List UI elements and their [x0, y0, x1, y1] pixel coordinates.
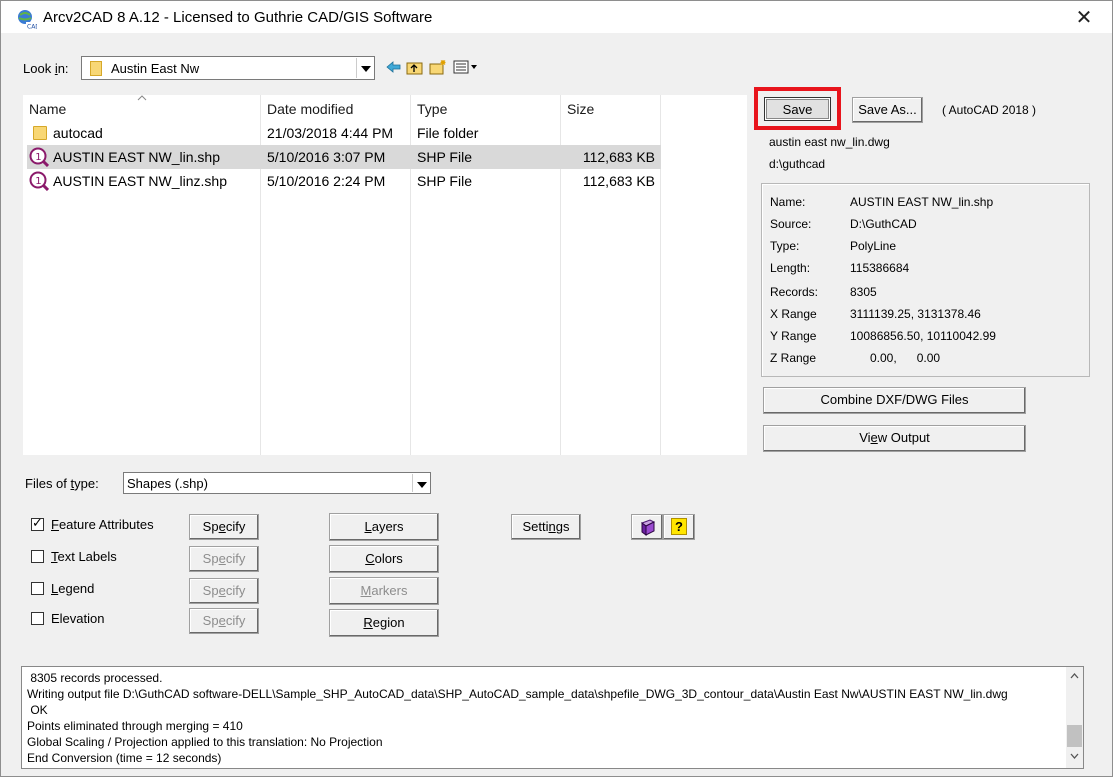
log-line: Writing output file D:\GuthCAD software-… [27, 687, 1008, 701]
file-name: AUSTIN EAST NW_linz.shp [53, 173, 228, 189]
save-as-button[interactable]: Save As... [852, 97, 923, 123]
title-bar: CAD Arcv2CAD 8 A.12 - Licensed to Guthri… [1, 1, 1112, 33]
file-date: 5/10/2016 2:24 PM [267, 173, 386, 189]
file-name: autocad [53, 125, 103, 141]
column-date-modified[interactable]: Date modified [267, 101, 353, 117]
shp-file-icon: 1 [29, 171, 49, 191]
column-name[interactable]: Name [29, 101, 66, 117]
text-labels-checkbox[interactable] [31, 550, 44, 563]
colors-button[interactable]: Colors [329, 545, 439, 573]
help-book-button[interactable] [631, 514, 663, 540]
file-list[interactable]: Name Date modified Type Size autocad 21/… [23, 95, 747, 455]
shp-file-icon: 1 [29, 147, 49, 167]
settings-button[interactable]: Settings [511, 514, 581, 540]
scroll-thumb[interactable] [1067, 725, 1082, 747]
specify-attributes-button[interactable]: Specify [189, 514, 259, 540]
column-type[interactable]: Type [417, 101, 447, 117]
back-arrow-icon[interactable] [385, 59, 403, 75]
view-menu-icon[interactable] [453, 59, 481, 75]
layers-button[interactable]: Layers [329, 513, 439, 541]
svg-text:1: 1 [35, 152, 41, 163]
elevation-checkbox[interactable] [31, 612, 44, 625]
window-title: Arcv2CAD 8 A.12 - Licensed to Guthrie CA… [43, 9, 433, 26]
legend-checkbox[interactable] [31, 582, 44, 595]
dialog-window: CAD Arcv2CAD 8 A.12 - Licensed to Guthri… [0, 0, 1113, 777]
file-size: 112,683 KB [582, 149, 655, 165]
book-icon [640, 519, 656, 536]
look-in-label: Look in: [23, 61, 69, 76]
files-of-type-value: Shapes (.shp) [127, 476, 208, 491]
help-icon[interactable]: ? [663, 514, 695, 540]
text-labels-label: Text Labels [51, 549, 117, 564]
file-name: AUSTIN EAST NW_lin.shp [53, 149, 221, 165]
list-item[interactable]: 1 AUSTIN EAST NW_lin.shp 5/10/2016 3:07 … [27, 145, 661, 169]
output-filename: austin east nw_lin.dwg [769, 135, 890, 149]
conversion-log[interactable]: 8305 records processed. Writing output f… [21, 666, 1084, 769]
output-directory: d:\guthcad [769, 157, 826, 171]
column-size[interactable]: Size [567, 101, 594, 117]
specify-legend-button[interactable]: Specify [189, 578, 259, 604]
scroll-up-icon[interactable] [1070, 673, 1079, 679]
close-icon[interactable]: ✕ [1064, 5, 1104, 31]
folder-icon [90, 61, 102, 76]
file-type: File folder [417, 125, 479, 141]
elevation-label: Elevation [51, 611, 105, 626]
markers-button[interactable]: Markers [329, 577, 439, 605]
log-line: 8305 records processed. [27, 671, 163, 685]
up-folder-icon[interactable] [406, 59, 424, 75]
file-type: SHP File [417, 173, 472, 189]
save-button[interactable]: Save [764, 97, 831, 121]
region-button[interactable]: Region [329, 609, 439, 637]
log-line: Points eliminated through merging = 410 [27, 719, 243, 733]
feature-attributes-checkbox[interactable] [31, 515, 44, 531]
feature-attributes-label: Feature Attributes [51, 517, 154, 532]
log-line: End Conversion (time = 12 seconds) [27, 751, 222, 765]
file-date: 5/10/2016 3:07 PM [267, 149, 386, 165]
files-of-type-dropdown[interactable]: Shapes (.shp) [123, 472, 431, 494]
folder-icon [33, 126, 47, 140]
chevron-down-icon[interactable] [412, 474, 429, 492]
log-line: Global Scaling / Projection applied to t… [27, 735, 383, 749]
list-item[interactable]: 1 AUSTIN EAST NW_linz.shp 5/10/2016 2:24… [27, 169, 661, 193]
log-line: OK [27, 703, 48, 717]
shape-info-panel: Name: AUSTIN EAST NW_lin.shp Source: D:\Gu… [761, 183, 1090, 377]
sort-ascending-icon [137, 95, 147, 101]
new-folder-icon[interactable] [429, 59, 447, 75]
output-format-label: ( AutoCAD 2018 ) [942, 103, 1037, 117]
globe-cad-icon: CAD [18, 10, 37, 30]
files-of-type-label: Files of type: [25, 476, 99, 491]
list-item[interactable]: autocad 21/03/2018 4:44 PM File folder [27, 121, 661, 145]
legend-label: Legend [51, 581, 95, 596]
file-type: SHP File [417, 149, 472, 165]
log-scrollbar[interactable] [1066, 667, 1083, 768]
svg-text:1: 1 [35, 176, 41, 187]
svg-text:CAD: CAD [27, 24, 37, 30]
combine-dxf-dwg-button[interactable]: Combine DXF/DWG Files [763, 387, 1026, 414]
specify-elevation-button[interactable]: Specify [189, 608, 259, 634]
look-in-value: Austin East Nw [111, 61, 200, 76]
view-output-button[interactable]: View Output [763, 425, 1026, 452]
specify-labels-button[interactable]: Specify [189, 546, 259, 572]
scroll-down-icon[interactable] [1070, 753, 1079, 759]
chevron-down-icon[interactable] [356, 58, 373, 78]
file-size: 112,683 KB [582, 173, 655, 189]
file-date: 21/03/2018 4:44 PM [267, 125, 394, 141]
look-in-dropdown[interactable]: Austin East Nw [81, 56, 375, 80]
